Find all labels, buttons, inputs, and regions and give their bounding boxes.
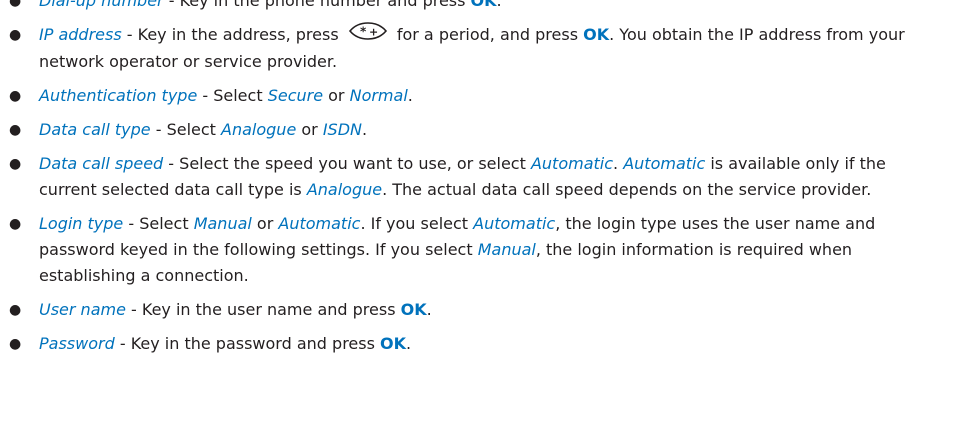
description: Key in the user name and press bbox=[141, 299, 401, 319]
term-authentication-type: Authentication type bbox=[39, 85, 198, 105]
list-item-dial-up-number: ● Dial-up number - Key in the phone numb… bbox=[0, 0, 953, 14]
bullet-icon: ● bbox=[9, 215, 22, 232]
description-end: . bbox=[426, 299, 432, 319]
option-automatic: Automatic bbox=[530, 153, 614, 173]
description: Key in the phone number and press bbox=[179, 0, 471, 10]
description: Select bbox=[166, 119, 222, 139]
separator: - bbox=[125, 299, 142, 319]
description: Select the speed you want to use, or sel… bbox=[179, 153, 531, 173]
separator: - bbox=[197, 85, 214, 105]
option-isdn: ISDN bbox=[322, 119, 362, 139]
description-end: . bbox=[496, 0, 502, 10]
description-end: . bbox=[362, 119, 368, 139]
separator: - bbox=[114, 333, 131, 353]
term-user-name: User name bbox=[39, 299, 126, 319]
list-item-data-call-type: ● Data call type - Select Analogue or IS… bbox=[0, 117, 953, 143]
separator: - bbox=[123, 213, 140, 233]
star-plus-key-icon: * + bbox=[346, 21, 390, 48]
list-item-authentication-type: ● Authentication type - Select Secure or… bbox=[0, 83, 953, 109]
svg-text:+: + bbox=[369, 25, 378, 38]
separator: - bbox=[150, 119, 167, 139]
description: Key in the address, press bbox=[137, 25, 344, 44]
option-manual: Manual bbox=[477, 239, 536, 259]
bullet-icon: ● bbox=[9, 121, 22, 138]
option-automatic: Automatic bbox=[278, 213, 361, 233]
option-normal: Normal bbox=[349, 85, 408, 105]
bullet-icon: ● bbox=[9, 0, 22, 9]
separator: - bbox=[121, 25, 138, 44]
description-middle: . bbox=[613, 153, 624, 173]
description: Select bbox=[139, 213, 194, 233]
list-item-data-call-speed: ● Data call speed - Select the speed you… bbox=[0, 151, 953, 203]
option-secure: Secure bbox=[267, 85, 324, 105]
option-analogue: Analogue bbox=[221, 119, 297, 139]
list-item-password: ● Password - Key in the password and pre… bbox=[0, 331, 953, 357]
term-data-call-type: Data call type bbox=[39, 119, 151, 139]
option-automatic: Automatic bbox=[473, 213, 556, 233]
description-end: . bbox=[407, 85, 413, 105]
term-dial-up-number: Dial-up number bbox=[39, 0, 164, 10]
svg-text:*: * bbox=[360, 24, 367, 38]
description-end: . bbox=[406, 333, 412, 353]
description-end: . The actual data call speed depends on … bbox=[382, 179, 872, 199]
term-login-type: Login type bbox=[39, 213, 124, 233]
settings-bullet-list: ● Dial-up number - Key in the phone numb… bbox=[0, 0, 953, 357]
option-analogue: Analogue bbox=[306, 179, 383, 199]
term-ip-address: IP address bbox=[39, 25, 122, 44]
or-text: or bbox=[323, 85, 350, 105]
description: Key in the password and press bbox=[130, 333, 381, 353]
option-automatic: Automatic bbox=[623, 153, 706, 173]
term-data-call-speed: Data call speed bbox=[39, 153, 164, 173]
list-item-ip-address: ● IP address - Key in the address, press… bbox=[0, 21, 953, 75]
bullet-icon: ● bbox=[9, 301, 22, 318]
option-manual: Manual bbox=[193, 213, 252, 233]
or-text: or bbox=[296, 119, 323, 139]
list-item-user-name: ● User name - Key in the user name and p… bbox=[0, 297, 953, 323]
ok-key-label: OK bbox=[583, 25, 610, 44]
ok-key-label: OK bbox=[380, 333, 407, 353]
bullet-icon: ● bbox=[9, 87, 22, 104]
separator: - bbox=[163, 0, 180, 10]
bullet-icon: ● bbox=[9, 335, 22, 352]
description-middle: for a period, and press bbox=[391, 25, 584, 44]
settings-page: ● Dial-up number - Key in the phone numb… bbox=[0, 0, 953, 365]
ok-key-label: OK bbox=[470, 0, 497, 10]
bullet-icon: ● bbox=[9, 27, 22, 43]
separator: - bbox=[163, 153, 180, 173]
list-item-login-type: ● Login type - Select Manual or Automati… bbox=[0, 211, 953, 289]
term-password: Password bbox=[39, 333, 115, 353]
description: Select bbox=[213, 85, 268, 105]
bullet-icon: ● bbox=[9, 155, 22, 172]
description-middle: . If you select bbox=[360, 213, 474, 233]
ok-key-label: OK bbox=[400, 299, 427, 319]
or-text: or bbox=[251, 213, 279, 233]
